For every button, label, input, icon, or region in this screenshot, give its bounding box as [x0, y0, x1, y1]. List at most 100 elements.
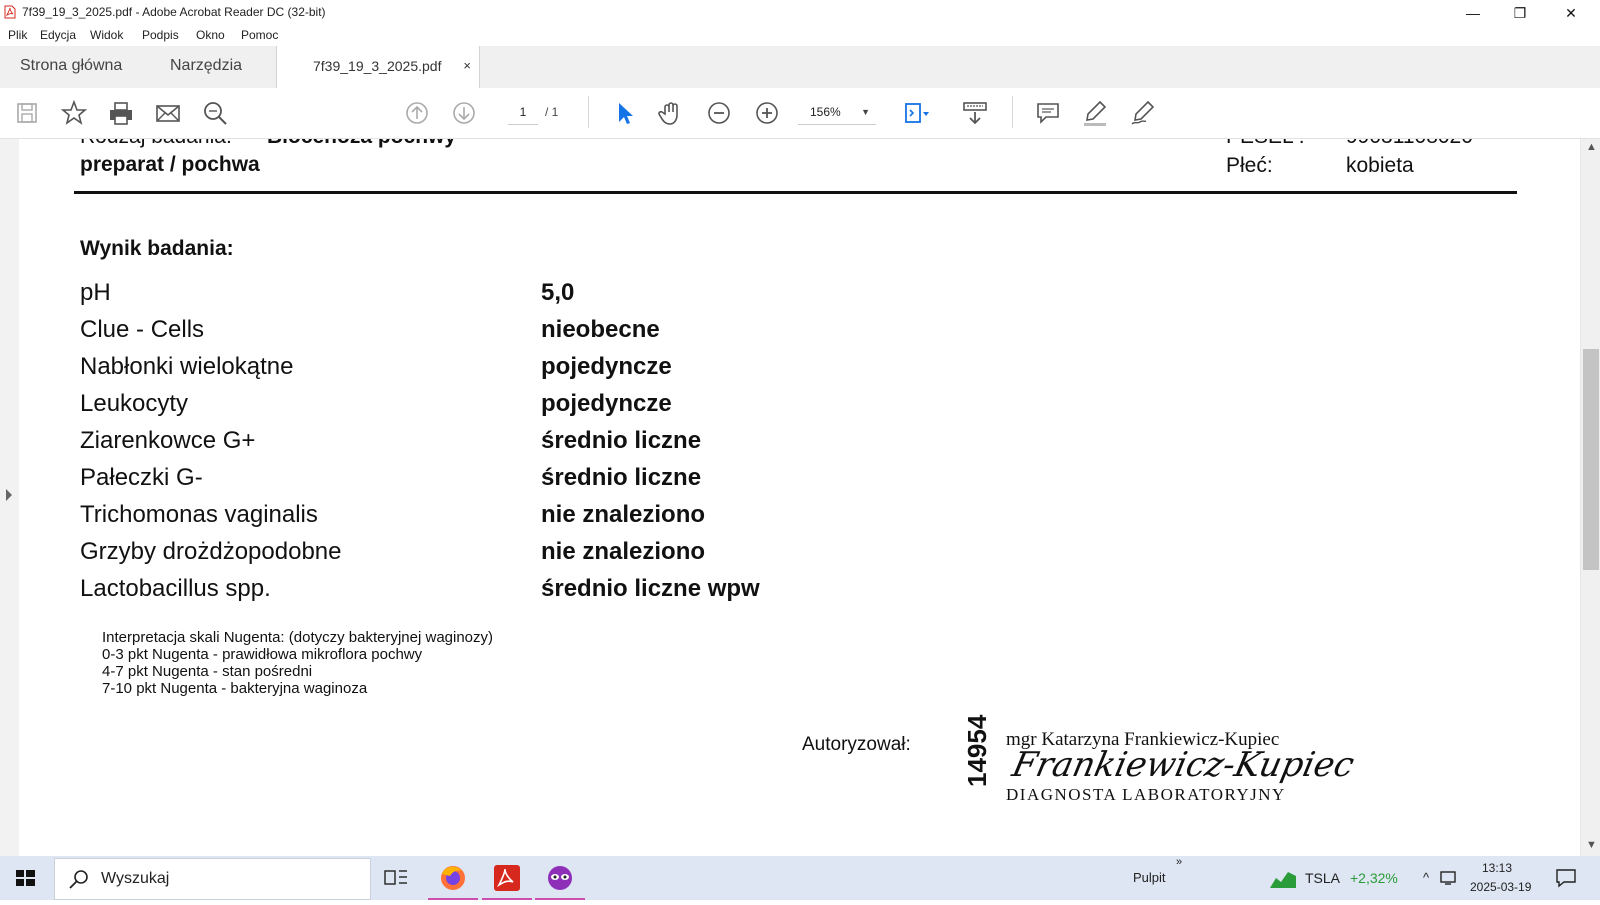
scroll-down-icon[interactable]: ▼: [1586, 839, 1597, 851]
result-label: Ziarenkowce G+: [80, 427, 256, 454]
search-placeholder: Wyszukaj: [101, 870, 170, 887]
task-view-icon[interactable]: [371, 856, 421, 900]
app-mask-icon[interactable]: [535, 856, 585, 900]
hand-tool-icon[interactable]: [656, 98, 686, 128]
expand-panel-icon[interactable]: [6, 489, 12, 501]
interpretation-line: Interpretacja skali Nugenta: (dotyczy ba…: [102, 629, 494, 646]
page-total: / 1: [545, 105, 559, 119]
zoom-dropdown[interactable]: 156% ▼: [798, 100, 876, 125]
print-icon[interactable]: [106, 98, 136, 128]
notification-icon[interactable]: [1555, 868, 1577, 893]
pesel-label: PESEL :: [1226, 139, 1305, 149]
result-label: Nabłonki wielokątne: [80, 353, 294, 380]
title-bar: 7f39_19_3_2025.pdf - Adobe Acrobat Reade…: [0, 0, 1600, 24]
result-label: Grzyby drożdżopodobne: [80, 538, 342, 565]
result-value: średnio liczne wpw: [541, 575, 760, 602]
clock-time[interactable]: 13:13: [1482, 861, 1512, 875]
firefox-icon[interactable]: [428, 856, 478, 900]
result-value: pojedyncze: [541, 390, 672, 417]
chevron-down-icon: ▼: [861, 107, 870, 117]
tab-bar: Strona główna Narzędzia 7f39_19_3_2025.p…: [0, 46, 1600, 89]
acrobat-icon: [4, 5, 16, 19]
search-icon: [67, 867, 91, 896]
menu-plik[interactable]: Plik: [8, 28, 27, 42]
result-label: Clue - Cells: [80, 316, 205, 343]
taskbar-search-box[interactable]: Wyszukaj: [54, 858, 371, 900]
sign-icon[interactable]: [1128, 98, 1158, 128]
save-icon[interactable]: [12, 98, 42, 128]
stock-chart-icon: [1270, 868, 1296, 893]
menu-widok[interactable]: Widok: [90, 28, 123, 42]
result-value: nieobecne: [541, 316, 660, 343]
next-page-icon[interactable]: [449, 98, 479, 128]
tab-document-label: 7f39_19_3_2025.pdf: [313, 58, 442, 74]
sex-label: Płeć:: [1226, 154, 1273, 177]
result-heading: Wynik badania:: [80, 237, 234, 260]
tab-home[interactable]: Strona główna: [20, 46, 122, 88]
pesel-value: 99031108020: [1346, 139, 1473, 149]
tray-overflow-caret[interactable]: ^: [1423, 870, 1429, 885]
stamp-number: 14954: [962, 714, 992, 787]
tab-document[interactable]: 7f39_19_3_2025.pdf ×: [276, 46, 480, 89]
minimize-button[interactable]: —: [1450, 2, 1496, 24]
page-number-input[interactable]: 1: [508, 100, 538, 125]
result-value: pojedyncze: [541, 353, 672, 380]
menu-okno[interactable]: Okno: [196, 28, 225, 42]
select-cursor-icon[interactable]: [610, 98, 640, 128]
windows-start-button[interactable]: [0, 856, 52, 900]
result-value: 5,0: [541, 279, 575, 306]
exam-type-value: Biocenoza pochwy: [267, 139, 456, 149]
tab-tools[interactable]: Narzędzia: [170, 46, 242, 88]
vertical-scrollbar[interactable]: ▲ ▼: [1581, 139, 1600, 856]
material-text: preparat / pochwa: [80, 153, 260, 176]
result-value: średnio liczne: [541, 427, 702, 454]
zoom-value: 156%: [810, 105, 841, 119]
bookmark-star-icon[interactable]: [59, 98, 89, 128]
clock-date[interactable]: 2025-03-19: [1470, 880, 1531, 894]
zoom-out-icon[interactable]: [704, 98, 734, 128]
result-label: Leukocyty: [80, 390, 189, 417]
fit-page-icon[interactable]: [900, 98, 930, 128]
stock-change: +2,32%: [1350, 870, 1398, 886]
toolbar-divider: [1012, 96, 1013, 128]
scroll-mode-icon[interactable]: [960, 98, 990, 128]
highlight-icon[interactable]: [1080, 98, 1110, 128]
acrobat-taskbar-icon[interactable]: [482, 856, 532, 900]
result-value: średnio liczne: [541, 464, 702, 491]
menu-podpis[interactable]: Podpis: [142, 28, 179, 42]
interpretation-line: 7-10 pkt Nugenta - bakteryjna waginoza: [102, 680, 368, 697]
result-label: pH: [80, 279, 111, 306]
result-value: nie znaleziono: [541, 538, 706, 565]
network-icon[interactable]: [1440, 870, 1460, 891]
email-icon[interactable]: [153, 98, 183, 128]
result-label: Lactobacillus spp.: [80, 575, 271, 602]
handwritten-signature: Frankiewicz-Kupiec: [1008, 745, 1358, 785]
menu-bar: Plik Edycja Widok Podpis Okno Pomoc: [0, 24, 1600, 46]
toolbar-expand-chevron[interactable]: »: [1176, 856, 1182, 868]
close-window-button[interactable]: ✕: [1548, 2, 1594, 24]
result-label: Trichomonas vaginalis: [80, 501, 318, 528]
interpretation-line: 0-3 pkt Nugenta - prawidłowa mikroflora …: [102, 646, 423, 663]
scroll-up-icon[interactable]: ▲: [1586, 141, 1597, 153]
exam-type-label: Rodzaj badania:: [80, 139, 232, 149]
tab-close-icon[interactable]: ×: [463, 46, 471, 86]
stamp-title: DIAGNOSTA LABORATORYJNY: [1006, 785, 1286, 804]
stock-symbol[interactable]: TSLA: [1305, 870, 1340, 886]
authorized-label: Autoryzował:: [802, 734, 911, 755]
sex-value: kobieta: [1346, 154, 1414, 177]
desktop-toolbar-label[interactable]: Pulpit: [1133, 870, 1166, 885]
document-workspace: Rodzaj badania: Biocenoza pochwy PESEL :…: [0, 139, 1600, 856]
pdf-page: Rodzaj badania: Biocenoza pochwy PESEL :…: [19, 139, 1580, 856]
scrollbar-thumb[interactable]: [1583, 349, 1599, 570]
search-icon[interactable]: [200, 98, 230, 128]
header-divider: [74, 191, 1517, 194]
taskbar: Wyszukaj Pulpit » TSLA +2,32% ^ 13:13 20…: [0, 856, 1600, 900]
menu-pomoc[interactable]: Pomoc: [241, 28, 278, 42]
result-label: Pałeczki G-: [80, 464, 203, 491]
comment-icon[interactable]: [1033, 98, 1063, 128]
restore-button[interactable]: ❐: [1497, 2, 1543, 24]
menu-edycja[interactable]: Edycja: [40, 28, 76, 42]
previous-page-icon[interactable]: [402, 98, 432, 128]
left-panel-toggle[interactable]: [0, 139, 19, 856]
zoom-in-icon[interactable]: [752, 98, 782, 128]
